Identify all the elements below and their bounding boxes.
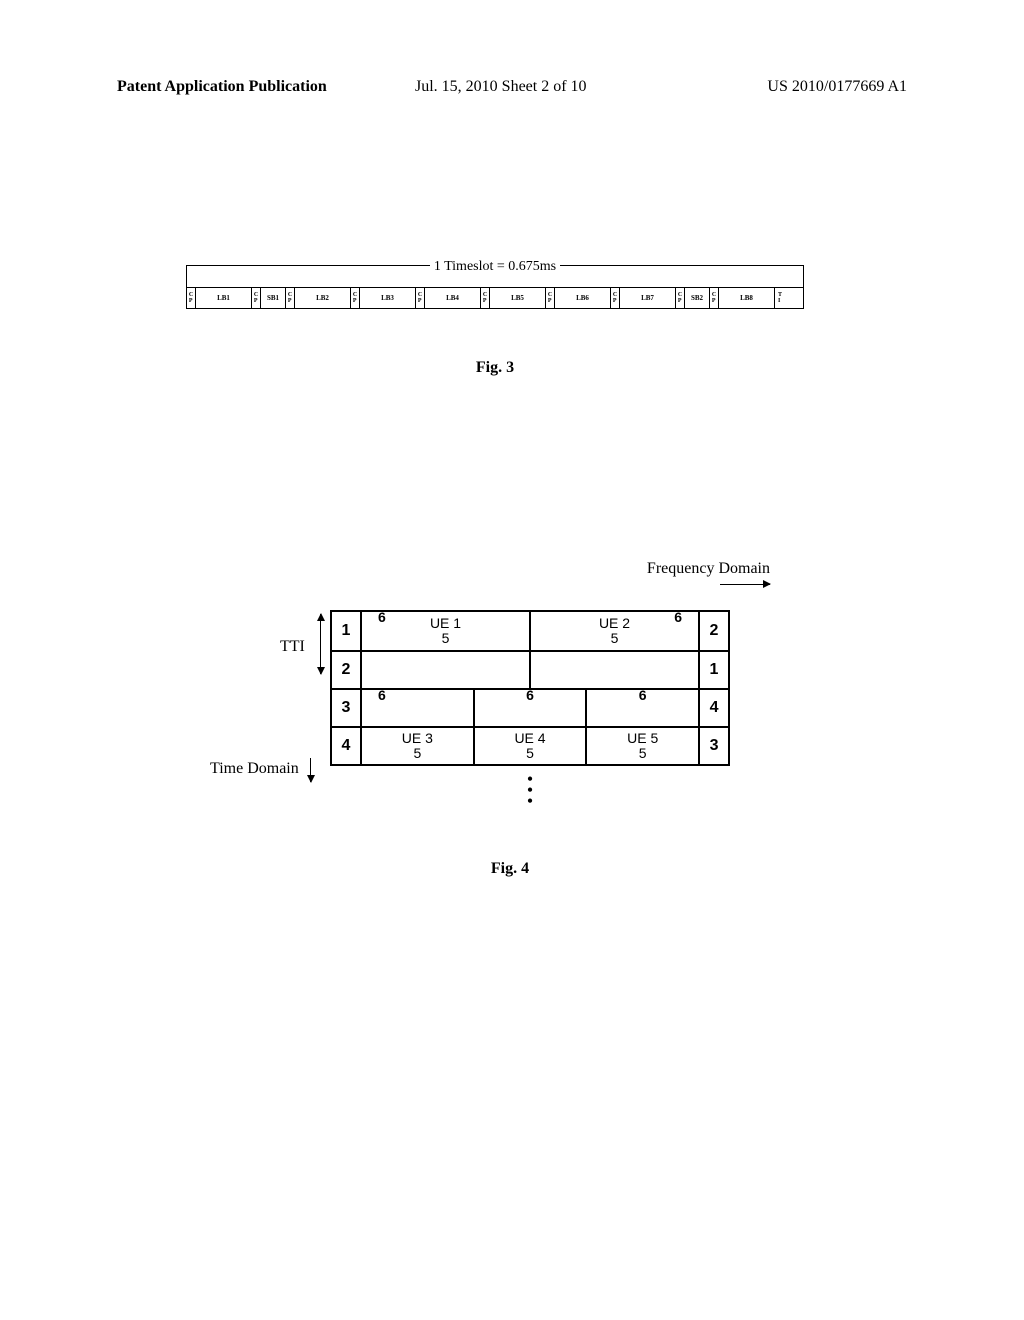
- fig3-cell-sb1: SB1: [261, 288, 286, 308]
- ue-below-value: 5: [442, 631, 450, 646]
- fig3-cell-lb1: LB1: [196, 288, 252, 308]
- fig3-cell-sb2: SB2: [685, 288, 710, 308]
- ue-2-cell: 6 UE 25: [529, 612, 698, 650]
- ue-cell: [362, 652, 529, 688]
- row-left-index: 4: [332, 728, 362, 764]
- fig4-grid-wrap: TTI Time Domain 16UE 156UE 25221366644UE…: [330, 610, 730, 806]
- frequency-domain-label: Frequency Domain: [647, 560, 770, 578]
- row-right-index: 2: [698, 612, 728, 650]
- fig3-cell-cp: C P: [286, 288, 295, 308]
- fig4-row: 16UE 156UE 252: [332, 612, 728, 650]
- ue-cell: 6: [362, 690, 473, 726]
- header-left: Patent Application Publication: [117, 78, 327, 96]
- fig4-row: 3 6 6 6 4: [332, 688, 728, 726]
- ue-1-cell: 6 UE 15: [362, 612, 529, 650]
- row-left-index: 3: [332, 690, 362, 726]
- fig3-cell-cp: C P: [351, 288, 360, 308]
- ue-cell: 6: [473, 690, 586, 726]
- row-right-index: 3: [698, 728, 728, 764]
- ue-3-cell: UE 35: [362, 728, 473, 764]
- fig3-timeslot-caption: 1 Timeslot = 0.675ms: [430, 259, 560, 275]
- fig3-cell-cp: C P: [187, 288, 196, 308]
- six-badge: 6: [639, 688, 647, 703]
- time-arrow-icon: [310, 758, 311, 782]
- fig4-row: 21: [332, 650, 728, 688]
- time-domain-label: Time Domain: [210, 760, 299, 778]
- fig3-cell-lb2: LB2: [295, 288, 351, 308]
- figure-3: 1 Timeslot = 0.675ms C PLB1C PSB1C PLB2C…: [186, 265, 804, 377]
- fig3-block-strip: C PLB1C PSB1C PLB2C PLB3C PLB4C PLB5C PL…: [186, 287, 804, 309]
- six-badge: 6: [378, 610, 386, 625]
- fig4-label: Fig. 4: [491, 860, 529, 878]
- six-badge: 6: [526, 688, 534, 703]
- tti-arrow-icon: [320, 614, 321, 674]
- fig3-cell-lb3: LB3: [360, 288, 416, 308]
- fig3-cell-lb8: LB8: [719, 288, 775, 308]
- fig3-cell-cp: C P: [481, 288, 490, 308]
- ue-name: UE 3: [402, 731, 433, 746]
- fig3-cell-cp: C P: [710, 288, 719, 308]
- tti-label: TTI: [280, 638, 305, 656]
- fig3-timeslot-span: 1 Timeslot = 0.675ms: [186, 265, 804, 287]
- ue-name: UE 1: [430, 616, 461, 631]
- row-right-index: 1: [698, 652, 728, 688]
- ue-below-value: 5: [413, 746, 421, 761]
- ue-5-cell: UE 55: [585, 728, 698, 764]
- fig3-cell-cp: C P: [416, 288, 425, 308]
- ue-name: UE 5: [627, 731, 658, 746]
- fig3-cell-cp: C P: [252, 288, 261, 308]
- ue-below-value: 5: [639, 746, 647, 761]
- fig3-cell-cp: C P: [611, 288, 620, 308]
- row-left-index: 2: [332, 652, 362, 688]
- row-left-index: 1: [332, 612, 362, 650]
- ue-below-value: 5: [611, 631, 619, 646]
- frequency-arrow-icon: [720, 584, 770, 585]
- fig4-row: 4UE 35UE 45UE 553: [332, 726, 728, 764]
- ue-name: UE 4: [514, 731, 545, 746]
- ue-name: UE 2: [599, 616, 630, 631]
- ue-4-cell: UE 45: [473, 728, 586, 764]
- fig3-cell-lb4: LB4: [425, 288, 481, 308]
- fig3-cell-lb7: LB7: [620, 288, 676, 308]
- row-right-index: 4: [698, 690, 728, 726]
- fig3-cell-cp: C P: [546, 288, 555, 308]
- fig3-cell-ti: T I: [775, 288, 785, 308]
- fig3-label: Fig. 3: [186, 359, 804, 377]
- ue-cell: [529, 652, 698, 688]
- fig3-cell-lb6: LB6: [555, 288, 611, 308]
- six-badge: 6: [378, 688, 386, 703]
- ue-cell: 6: [585, 690, 698, 726]
- fig3-cell-lb5: LB5: [490, 288, 546, 308]
- fig4-grid: 16UE 156UE 25221366644UE 35UE 45UE 553: [330, 610, 730, 766]
- header-middle: Jul. 15, 2010 Sheet 2 of 10: [415, 78, 587, 96]
- header-right: US 2010/0177669 A1: [767, 78, 907, 96]
- six-badge: 6: [674, 610, 682, 625]
- fig3-cell-cp: C P: [676, 288, 685, 308]
- ue-below-value: 5: [526, 746, 534, 761]
- ellipsis-icon: •••: [330, 774, 730, 806]
